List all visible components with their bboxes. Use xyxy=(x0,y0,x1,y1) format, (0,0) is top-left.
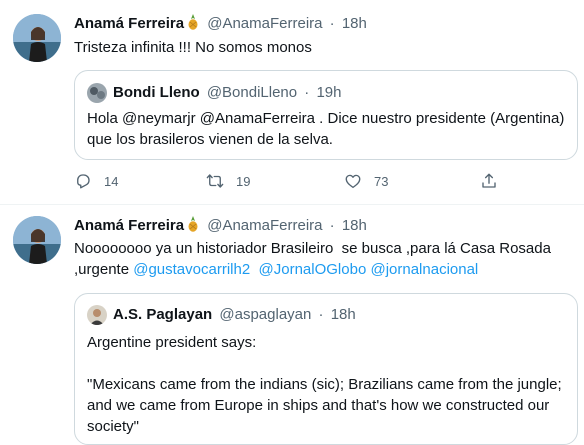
like-button[interactable]: 73 xyxy=(344,172,388,190)
tweet-text: Tristeza infinita !!! No somos monos xyxy=(74,39,312,56)
quote-author-name: Bondi Lleno xyxy=(113,84,200,101)
mention-link[interactable]: @jornalnacional xyxy=(370,261,478,278)
retweet-icon xyxy=(206,174,224,188)
quote-header: A.S. Paglayan @aspaglayan · 18h xyxy=(113,305,356,325)
tweet-text: Noooooooo ya un historiador Brasileiro s… xyxy=(74,238,579,280)
reply-count: 14 xyxy=(104,173,119,189)
tweet-text-line: Noooooooo ya un historiador Brasileiro s… xyxy=(74,240,551,257)
quoted-tweet[interactable]: Bondi Lleno @BondiLleno · 19h Hola @neym… xyxy=(74,70,578,160)
separator-dot: · xyxy=(329,217,335,234)
mention-link[interactable]: @gustavocarrilh2 xyxy=(133,261,250,278)
quote-timestamp: 18h xyxy=(330,306,356,323)
separator-dot: · xyxy=(329,15,335,32)
quoted-tweet[interactable]: A.S. Paglayan @aspaglayan · 18h Argentin… xyxy=(74,293,578,445)
quote-text-line: and we came from Europe in ships and tha… xyxy=(87,397,550,414)
quote-avatar xyxy=(87,83,107,103)
quote-author-handle: @aspaglayan xyxy=(219,306,312,323)
avatar[interactable] xyxy=(13,14,61,62)
quote-text-line: Argentine president says: xyxy=(87,334,257,351)
quote-text: Hola @neymarjr @AnamaFerreira . Dice nue… xyxy=(87,108,577,150)
heart-icon xyxy=(345,174,361,189)
quote-timestamp: 19h xyxy=(316,84,342,101)
tweet-1[interactable]: Anamá Ferreira @AnamaFerreira · 18h Tris… xyxy=(0,0,584,204)
tweet-header: Anamá Ferreira @AnamaFerreira · 18h xyxy=(74,216,367,236)
separator-dot: · xyxy=(304,84,310,101)
tweet-text-line: ,urgente @gustavocarrilh2 @JornalOGlobo … xyxy=(74,259,579,280)
author-handle[interactable]: @AnamaFerreira xyxy=(207,15,322,32)
share-button[interactable] xyxy=(480,172,510,190)
quote-author-name: A.S. Paglayan xyxy=(113,306,213,323)
quote-text: Argentine president says: "Mexicans came… xyxy=(87,332,577,437)
pineapple-emoji-icon xyxy=(187,216,199,232)
like-count: 73 xyxy=(374,173,389,189)
author-handle[interactable]: @AnamaFerreira xyxy=(207,217,322,234)
reply-icon xyxy=(77,174,90,189)
quote-author-handle: @BondiLleno xyxy=(206,84,298,101)
tweet-header: Anamá Ferreira @AnamaFerreira · 18h xyxy=(74,14,367,34)
tweet-2[interactable]: Anamá Ferreira @AnamaFerreira · 18h Nooo… xyxy=(0,205,584,445)
reply-button[interactable]: 14 xyxy=(74,172,118,190)
pineapple-emoji-icon xyxy=(187,14,199,30)
avatar[interactable] xyxy=(13,216,61,264)
retweet-count: 19 xyxy=(236,173,251,189)
author-name[interactable]: Anamá Ferreira xyxy=(74,217,184,234)
separator-dot: · xyxy=(318,306,324,323)
quote-header: Bondi Lleno @BondiLleno · 19h xyxy=(113,83,342,103)
share-icon xyxy=(482,173,496,188)
mention-link[interactable]: @JornalOGlobo xyxy=(259,261,367,278)
retweet-button[interactable]: 19 xyxy=(206,172,250,190)
quote-avatar xyxy=(87,305,107,325)
timestamp[interactable]: 18h xyxy=(342,217,367,234)
timestamp[interactable]: 18h xyxy=(342,15,367,32)
author-name[interactable]: Anamá Ferreira xyxy=(74,15,184,32)
quote-text-line: que los brasileros vienen de la selva. xyxy=(87,131,333,148)
quote-text-line: "Mexicans came from the indians (sic); B… xyxy=(87,376,562,393)
tweet-actions: 14 19 73 xyxy=(74,172,574,192)
tweet-text-segment: ,urgente xyxy=(74,261,134,278)
quote-text-line: Hola @neymarjr @AnamaFerreira . Dice nue… xyxy=(87,110,565,127)
quote-text-line: society" xyxy=(87,418,140,435)
